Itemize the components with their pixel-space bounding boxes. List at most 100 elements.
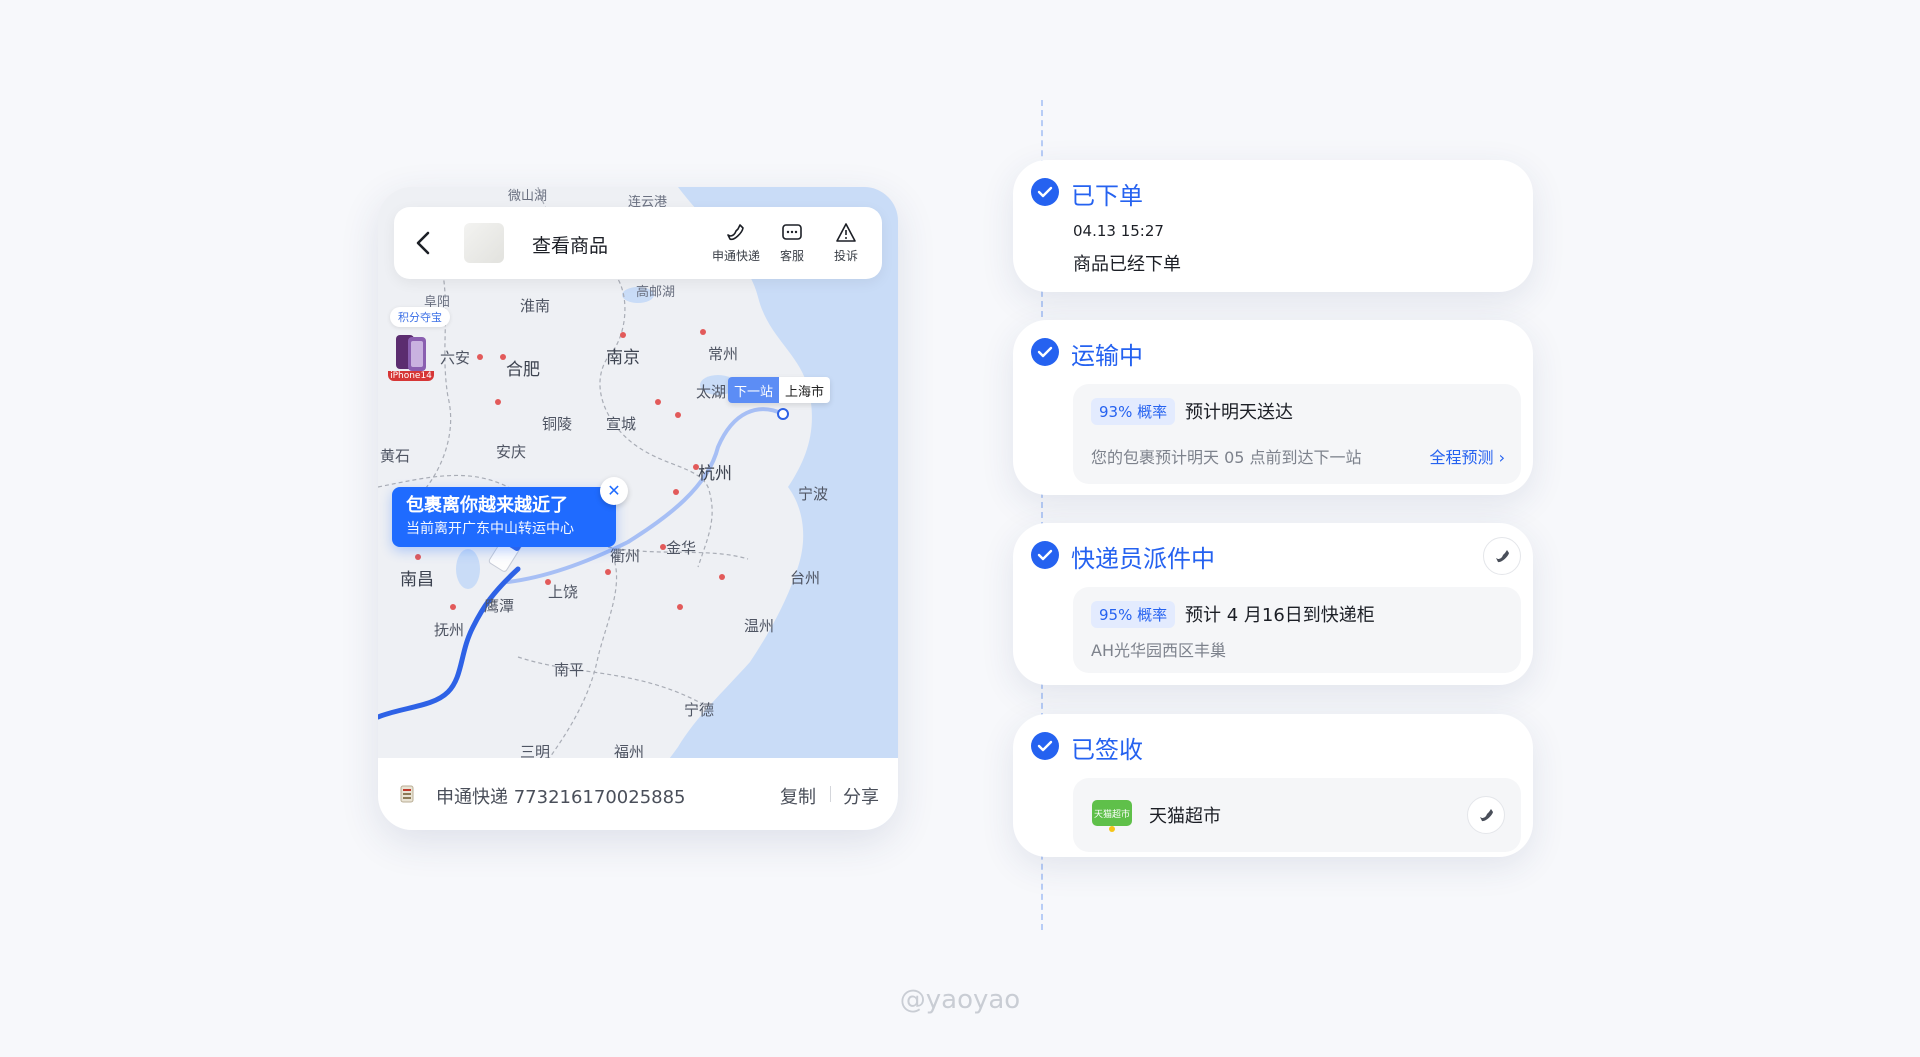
status-card-delivering: 快递员派件中 95% 概率 预计 4 月16日到快递柜 AH光华园西区丰巢 — [1013, 523, 1533, 685]
next-stop-city: 上海市 — [779, 377, 831, 403]
city-label: 太湖 — [696, 383, 727, 401]
status-title: 已下单 — [1071, 182, 1143, 210]
city-label: 合肥 — [506, 360, 540, 380]
bubble-subtitle: 当前离开广东中山转运中心 — [406, 521, 574, 537]
city-dot — [450, 604, 456, 610]
chat-icon — [782, 224, 802, 240]
locker-address: AH光华园西区丰巢 — [1091, 641, 1226, 660]
status-card-signed: 已签收 天猫超市 天猫超市 — [1013, 714, 1533, 857]
view-product-link[interactable]: 查看商品 — [532, 231, 608, 258]
destination-dot — [777, 408, 789, 420]
delivery-info-box: 95% 概率 预计 4 月16日到快递柜 AH光华园西区丰巢 — [1073, 587, 1521, 673]
eta-text: 预计明天送达 — [1185, 402, 1293, 423]
city-dot — [700, 329, 706, 335]
status-title: 运输中 — [1071, 342, 1143, 370]
city-label: 高邮湖 — [636, 285, 676, 300]
chevron-left-icon — [416, 231, 430, 255]
city-dot — [620, 332, 626, 338]
call-courier-label: 申通快递 — [711, 249, 760, 263]
product-thumbnail[interactable] — [464, 223, 504, 263]
check-icon — [1031, 338, 1059, 366]
map-card: 微山湖 连云港 阜阳 淮南 高邮湖 六安 合肥 南京 常州 太湖 铜陵 宣城 安… — [378, 187, 898, 830]
city-label: 杭州 — [698, 464, 732, 484]
city-label: 宣城 — [606, 415, 637, 433]
city-dot — [673, 489, 679, 495]
status-card-in-transit: 运输中 93% 概率 预计明天送达 您的包裹预计明天 05 点前到达下一站 全程… — [1013, 320, 1533, 495]
check-icon — [1031, 541, 1059, 569]
city-label: 金华 — [666, 539, 697, 557]
call-courier-button[interactable] — [1483, 537, 1521, 575]
transit-note: 您的包裹预计明天 05 点前到达下一站 — [1091, 448, 1362, 467]
probability-badge: 95% 概率 — [1091, 601, 1176, 628]
city-label: 常州 — [708, 345, 739, 363]
points-badge[interactable]: 积分夺宝 — [390, 307, 450, 327]
warning-icon — [836, 223, 856, 242]
city-label: 微山湖 — [508, 189, 548, 204]
tracking-bar: 申通快递 773216170025885 复制 分享 — [378, 758, 898, 830]
city-dot — [477, 354, 483, 360]
order-desc: 商品已经下单 — [1073, 254, 1181, 275]
lake-poyang — [456, 549, 480, 589]
city-label: 南昌 — [400, 570, 434, 590]
call-courier-button[interactable]: 申通快递 — [708, 222, 764, 264]
next-stop-label: 下一站 — [728, 377, 780, 403]
city-dot — [655, 399, 661, 405]
status-card-ordered: 已下单 04.13 15:27 商品已经下单 — [1013, 160, 1533, 292]
city-label: 抚州 — [434, 621, 465, 639]
tmall-logo-icon: 天猫超市 — [1091, 796, 1133, 832]
city-dot — [605, 569, 611, 575]
store-info-box: 天猫超市 天猫超市 — [1073, 778, 1521, 852]
city-label: 温州 — [744, 617, 775, 635]
full-forecast-label: 全程预测 — [1429, 448, 1494, 467]
back-button[interactable] — [408, 225, 440, 261]
tracking-number: 申通快递 773216170025885 — [436, 787, 686, 808]
customer-service-label: 客服 — [779, 249, 804, 263]
city-label: 黄石 — [380, 447, 411, 465]
city-label: 宁德 — [684, 701, 715, 719]
next-stop-tag: 下一站 上海市 — [728, 377, 831, 403]
phone-icon — [1496, 550, 1509, 563]
city-dot — [675, 412, 681, 418]
city-label: 台州 — [790, 569, 821, 587]
city-label: 六安 — [440, 349, 471, 367]
city-dot — [677, 604, 683, 610]
copy-button[interactable]: 复制 — [780, 783, 816, 809]
courier-logo-icon — [400, 785, 414, 803]
status-title: 已签收 — [1071, 736, 1143, 764]
order-time: 04.13 15:27 — [1073, 222, 1164, 240]
phone-product-icon — [396, 335, 426, 371]
full-forecast-link[interactable]: 全程预测 › — [1429, 444, 1505, 468]
divider — [830, 786, 831, 802]
complaint-label: 投诉 — [833, 249, 858, 263]
city-label: 淮南 — [520, 297, 551, 315]
city-dot — [719, 574, 725, 580]
city-dot — [495, 399, 501, 405]
city-label: 鹰潭 — [484, 597, 515, 615]
city-label: 安庆 — [496, 443, 527, 461]
city-label: 铜陵 — [542, 415, 573, 433]
call-store-button[interactable] — [1467, 796, 1505, 834]
watermark: @yaoyao — [899, 985, 1021, 1015]
package-status-bubble: 包裹离你越来越近了 当前离开广东中山转运中心 — [392, 487, 616, 547]
map-top-bar: 查看商品 申通快递 客服 投诉 — [394, 207, 882, 279]
bubble-title: 包裹离你越来越近了 — [406, 495, 568, 516]
bubble-close-button[interactable]: ✕ — [600, 477, 628, 505]
city-dot — [415, 554, 421, 560]
promo-label: iPhone14 — [388, 371, 434, 381]
city-label: 南平 — [554, 661, 585, 679]
eta-text: 预计 4 月16日到快递柜 — [1185, 605, 1375, 626]
city-label: 南京 — [606, 348, 640, 368]
city-label: 上饶 — [548, 583, 579, 601]
share-button[interactable]: 分享 — [843, 783, 879, 809]
promo-phone-thumb[interactable]: iPhone14 — [388, 333, 434, 381]
check-icon — [1031, 732, 1059, 760]
city-label: 衢州 — [610, 547, 641, 565]
check-icon — [1031, 178, 1059, 206]
transit-info-box: 93% 概率 预计明天送达 您的包裹预计明天 05 点前到达下一站 全程预测 › — [1073, 384, 1521, 484]
probability-badge: 93% 概率 — [1091, 398, 1176, 425]
customer-service-button[interactable]: 客服 — [764, 222, 820, 264]
chevron-right-icon: › — [1498, 448, 1505, 467]
complaint-button[interactable]: 投诉 — [818, 222, 874, 264]
city-label: 宁波 — [798, 485, 829, 503]
tmall-logo-text: 天猫超市 — [1094, 810, 1131, 820]
